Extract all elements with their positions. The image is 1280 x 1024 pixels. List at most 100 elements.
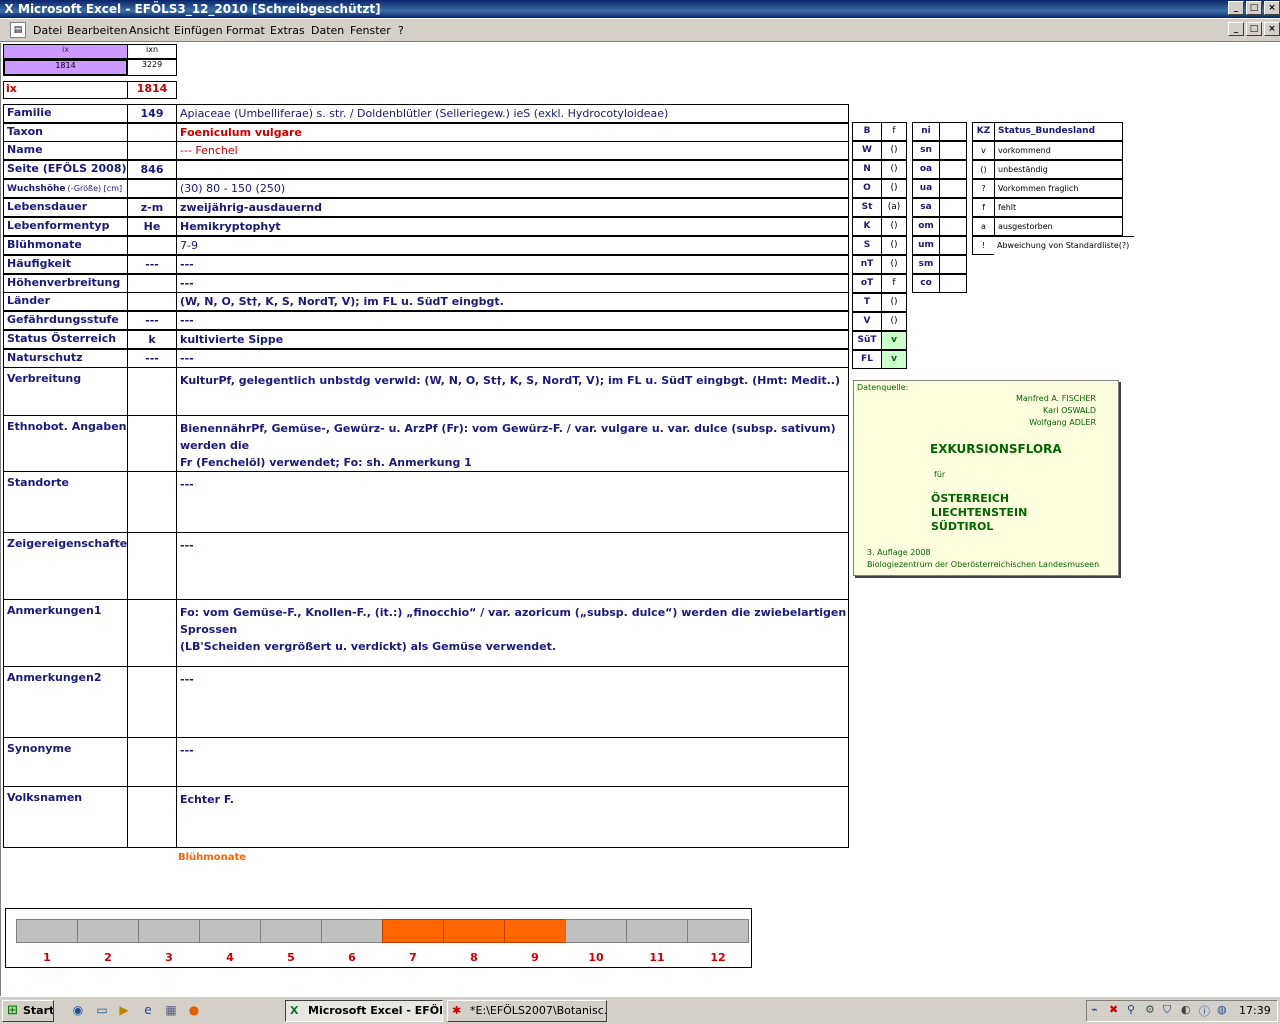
ixn-value-cell[interactable]: 3229 (127, 59, 177, 76)
tray-volume-icon[interactable]: ✖ (1109, 1003, 1118, 1016)
workbook-icon[interactable]: ▤ (10, 22, 26, 38)
row-code[interactable]: 846 (127, 160, 177, 179)
row-value[interactable]: zweijährig-ausdauernd (176, 198, 849, 217)
big-row-code[interactable] (127, 666, 177, 738)
row-code[interactable]: 149 (127, 104, 177, 123)
state-value[interactable]: () (881, 255, 907, 274)
menu-daten[interactable]: Daten (311, 24, 344, 37)
big-row-code[interactable] (127, 532, 177, 600)
state-value[interactable]: f (881, 122, 907, 141)
row-code[interactable] (127, 292, 177, 311)
minimize-button[interactable]: _ (1228, 1, 1244, 15)
altitude-value[interactable] (939, 274, 967, 293)
quicklaunch-firefox-icon[interactable]: ● (186, 1002, 202, 1018)
state-value[interactable]: () (881, 217, 907, 236)
big-row-value[interactable]: --- (176, 532, 849, 600)
state-value[interactable]: v (881, 331, 907, 350)
big-row-value[interactable]: --- (176, 666, 849, 738)
row-code[interactable] (127, 179, 177, 198)
menu-extras[interactable]: Extras (270, 24, 305, 37)
state-value[interactable]: v (881, 350, 907, 369)
menu-bearbeiten[interactable]: Bearbeiten (67, 24, 127, 37)
row-code[interactable]: k (127, 330, 177, 349)
big-row-code[interactable] (127, 415, 177, 472)
state-value[interactable]: () (881, 141, 907, 160)
row-code[interactable]: He (127, 217, 177, 236)
row-value[interactable]: (30) 80 - 150 (250) (176, 179, 849, 198)
row-value[interactable]: --- Fenchel (176, 141, 849, 160)
state-value[interactable]: () (881, 160, 907, 179)
tray-info-icon[interactable]: ⓘ (1199, 1003, 1210, 1019)
state-value[interactable]: () (881, 236, 907, 255)
task-excel[interactable]: X Microsoft Excel - EFÖL... (285, 1000, 443, 1022)
row-value[interactable]: --- (176, 311, 849, 330)
row-value[interactable]: 7-9 (176, 236, 849, 255)
menu-einfuegen[interactable]: Einfügen (174, 24, 223, 37)
big-row-value[interactable]: BienennährPf, Gemüse-, Gewürz- u. ArzPf … (176, 415, 849, 472)
altitude-value[interactable] (939, 122, 967, 141)
row-value[interactable] (176, 160, 849, 179)
workbook-maximize-button[interactable]: □ (1246, 22, 1262, 36)
altitude-value[interactable] (939, 236, 967, 255)
big-row-code[interactable] (127, 599, 177, 667)
altitude-value[interactable] (939, 217, 967, 236)
close-button[interactable]: × (1264, 1, 1280, 15)
quicklaunch-explorer-icon[interactable]: ▦ (163, 1002, 179, 1018)
ix-value[interactable]: 1814 (127, 81, 177, 99)
state-value[interactable]: (a) (881, 198, 907, 217)
row-value[interactable]: Foeniculum vulgare (176, 123, 849, 142)
state-value[interactable]: f (881, 274, 907, 293)
row-value[interactable]: Apiaceae (Umbelliferae) s. str. / Dolden… (176, 104, 849, 123)
menu-help[interactable]: ? (398, 24, 404, 37)
big-row-value[interactable]: --- (176, 471, 849, 533)
row-value[interactable]: --- (176, 349, 849, 368)
row-code[interactable] (127, 274, 177, 293)
big-row-value[interactable]: --- (176, 737, 849, 787)
altitude-value[interactable] (939, 141, 967, 160)
quicklaunch-ie-icon[interactable]: ◉ (70, 1002, 86, 1018)
row-value[interactable]: --- (176, 255, 849, 274)
state-value[interactable]: () (881, 293, 907, 312)
tray-shield-icon[interactable]: ⛉ (1163, 1003, 1171, 1017)
maximize-button[interactable]: □ (1246, 1, 1262, 15)
row-code[interactable] (127, 123, 177, 142)
big-row-code[interactable] (127, 471, 177, 533)
row-code[interactable]: --- (127, 311, 177, 330)
tray-network2-icon[interactable]: ⚙ (1145, 1003, 1155, 1016)
row-value[interactable]: --- (176, 274, 849, 293)
big-row-value[interactable]: Fo: vom Gemüse-F., Knollen-F., (it.:) „f… (176, 599, 849, 667)
menu-format[interactable]: Format (226, 24, 265, 37)
state-value[interactable]: () (881, 312, 907, 331)
workbook-close-button[interactable]: × (1264, 22, 1280, 36)
tray-globe-icon[interactable]: ◍ (1217, 1003, 1227, 1016)
row-code[interactable]: --- (127, 349, 177, 368)
big-row-value[interactable]: Echter F. (176, 786, 849, 848)
row-code[interactable]: --- (127, 255, 177, 274)
row-value[interactable]: kultivierte Sippe (176, 330, 849, 349)
big-row-code[interactable] (127, 786, 177, 848)
row-value[interactable]: Hemikryptophyt (176, 217, 849, 236)
start-button[interactable]: ⊞ Start (2, 1000, 54, 1022)
tray-search-icon[interactable]: ⚲ (1127, 1003, 1135, 1016)
quicklaunch-browser-icon[interactable]: e (140, 1002, 156, 1018)
task-botanic[interactable]: ✱ *E:\EFÖLS2007\Botanisc... (447, 1000, 607, 1022)
menu-datei[interactable]: Datei (33, 24, 62, 37)
menu-ansicht[interactable]: Ansicht (129, 24, 170, 37)
menu-fenster[interactable]: Fenster (350, 24, 391, 37)
altitude-value[interactable] (939, 179, 967, 198)
altitude-value[interactable] (939, 160, 967, 179)
altitude-value[interactable] (939, 198, 967, 217)
big-row-code[interactable] (127, 737, 177, 787)
quicklaunch-desktop-icon[interactable]: ▭ (94, 1002, 110, 1018)
ix-value-cell[interactable]: 1814 (3, 59, 128, 76)
worksheet[interactable]: ix ixn 1814 3229 ix 1814 Familie 149 Apiac… (0, 43, 1280, 996)
altitude-value[interactable] (939, 255, 967, 274)
quicklaunch-media-icon[interactable]: ▶ (116, 1002, 132, 1018)
row-code[interactable]: z-m (127, 198, 177, 217)
row-code[interactable] (127, 141, 177, 160)
row-code[interactable] (127, 236, 177, 255)
big-row-value[interactable]: KulturPf, gelegentlich unbstdg verwld: (… (176, 367, 849, 416)
row-value[interactable]: (W, N, O, St†, K, S, NordT, V); im FL u.… (176, 292, 849, 311)
state-value[interactable]: () (881, 179, 907, 198)
big-row-code[interactable] (127, 367, 177, 416)
